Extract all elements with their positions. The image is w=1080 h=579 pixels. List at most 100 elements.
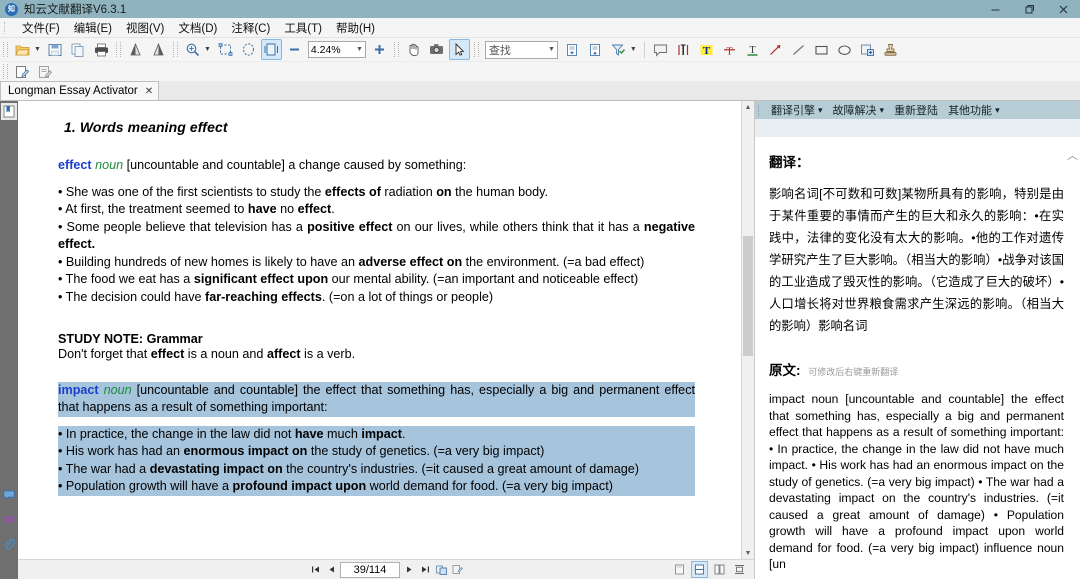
find-caret-icon[interactable]: ▼ bbox=[548, 46, 555, 53]
zoom-dropdown-caret-icon[interactable]: ▼ bbox=[204, 46, 211, 53]
strikeout-icon[interactable]: T bbox=[719, 39, 740, 60]
two-page-icon[interactable] bbox=[711, 561, 728, 578]
menu-help[interactable]: 帮助(H) bbox=[329, 18, 382, 38]
viewer-status-bar: 39/114 bbox=[18, 559, 754, 579]
edit-page-icon[interactable] bbox=[35, 61, 56, 82]
note-next-icon[interactable] bbox=[585, 39, 606, 60]
zoom-level-caret-icon[interactable]: ▼ bbox=[356, 46, 363, 53]
entry-definition-impact: [uncountable and countable] the effect t… bbox=[58, 383, 695, 415]
page-content: 1. Words meaning effect effect noun [unc… bbox=[18, 101, 741, 506]
page-navigation: 39/114 bbox=[308, 562, 464, 578]
zoom-level-input[interactable]: 4.24% ▼ bbox=[308, 41, 366, 58]
view-mode-group bbox=[671, 561, 748, 578]
edit-doc-icon[interactable] bbox=[12, 61, 33, 82]
svg-text:T: T bbox=[726, 45, 733, 57]
entry-impact-examples[interactable]: • In practice, the change in the law did… bbox=[58, 426, 695, 496]
translate-engine-menu[interactable]: 翻译引擎 ▾ bbox=[766, 100, 828, 120]
menu-view[interactable]: 视图(V) bbox=[119, 18, 171, 38]
camera-icon[interactable] bbox=[426, 39, 447, 60]
example-item: • Building hundreds of new homes is like… bbox=[58, 254, 695, 272]
ellipse-icon[interactable] bbox=[834, 39, 855, 60]
tab-close-icon[interactable]: ✕ bbox=[145, 86, 153, 97]
entry-headword-impact: impact bbox=[58, 383, 99, 397]
entry-pos-effect: noun bbox=[95, 158, 123, 172]
filter-caret-icon[interactable]: ▼ bbox=[630, 46, 637, 53]
first-page-button[interactable] bbox=[308, 563, 322, 577]
zoom-in-icon[interactable] bbox=[369, 39, 390, 60]
open-dropdown-caret-icon[interactable]: ▼ bbox=[34, 46, 41, 53]
next-page-button[interactable] bbox=[402, 563, 416, 577]
sticky-note-icon[interactable] bbox=[650, 39, 671, 60]
scrollbar-thumb[interactable] bbox=[743, 236, 753, 356]
example-item: • Some people believe that television ha… bbox=[58, 219, 695, 254]
single-page-icon[interactable] bbox=[671, 561, 688, 578]
hand-tool-icon[interactable] bbox=[403, 39, 424, 60]
snapshot-region-icon[interactable] bbox=[238, 39, 259, 60]
page-settings-icon[interactable] bbox=[450, 563, 464, 577]
fit-page-icon[interactable] bbox=[261, 39, 282, 60]
source-text[interactable]: impact noun [uncountable and countable] … bbox=[769, 391, 1064, 573]
section-gap bbox=[58, 368, 695, 382]
rotate-right-icon[interactable] bbox=[148, 39, 169, 60]
two-page-continuous-icon[interactable] bbox=[731, 561, 748, 578]
scroll-down-arrow-icon[interactable]: ▼ bbox=[742, 547, 754, 559]
link-icon[interactable] bbox=[1, 511, 17, 528]
continuous-page-icon[interactable] bbox=[691, 561, 708, 578]
entry-impact-definition[interactable]: impact noun [uncountable and countable] … bbox=[58, 382, 695, 417]
other-features-menu[interactable]: 其他功能 ▾ bbox=[943, 100, 1005, 120]
arrow-icon[interactable] bbox=[765, 39, 786, 60]
scroll-up-arrow-icon[interactable]: ▲ bbox=[742, 101, 754, 113]
toolbar2-grip bbox=[3, 64, 8, 79]
select-area-icon[interactable] bbox=[215, 39, 236, 60]
zoom-tool-icon[interactable] bbox=[182, 39, 203, 60]
menu-comment[interactable]: 注释(C) bbox=[224, 18, 277, 38]
prev-page-button[interactable] bbox=[324, 563, 338, 577]
tab-longman-essay-activator[interactable]: Longman Essay Activator ✕ bbox=[0, 81, 159, 100]
tab-label: Longman Essay Activator bbox=[8, 85, 138, 97]
relogin-menu[interactable]: 重新登陆 bbox=[889, 100, 943, 120]
example-item: • Population growth will have a profound… bbox=[58, 478, 695, 496]
page-vertical-scrollbar[interactable]: ▲ ▼ bbox=[741, 101, 754, 559]
page-layout-icon[interactable] bbox=[434, 563, 448, 577]
filter-icon[interactable] bbox=[608, 39, 629, 60]
rectangle-icon[interactable] bbox=[811, 39, 832, 60]
source-title-label: 原文: bbox=[769, 363, 801, 378]
toolbar-grip-4 bbox=[394, 42, 399, 57]
stamp-attach-icon[interactable] bbox=[857, 39, 878, 60]
last-page-button[interactable] bbox=[418, 563, 432, 577]
menu-edit[interactable]: 编辑(E) bbox=[67, 18, 119, 38]
rotate-left-icon[interactable] bbox=[125, 39, 146, 60]
note-prev-icon[interactable] bbox=[562, 39, 583, 60]
attachment-icon[interactable] bbox=[1, 535, 17, 552]
toolbar-separator-1 bbox=[644, 42, 645, 58]
find-input[interactable]: 查找 ▼ bbox=[485, 41, 558, 59]
open-folder-icon[interactable] bbox=[12, 39, 33, 60]
example-item: • In practice, the change in the law did… bbox=[58, 426, 695, 444]
pdf-page[interactable]: 1. Words meaning effect effect noun [unc… bbox=[18, 101, 741, 559]
stamp-icon[interactable] bbox=[880, 39, 901, 60]
underline-icon[interactable]: T bbox=[742, 39, 763, 60]
menu-tools[interactable]: 工具(T) bbox=[277, 18, 329, 38]
zoom-out-icon[interactable] bbox=[284, 39, 305, 60]
troubleshoot-label: 故障解决 bbox=[833, 102, 877, 118]
translate-scroll-up-icon[interactable]: ︿ bbox=[1067, 147, 1078, 163]
page-indicator[interactable]: 39/114 bbox=[340, 562, 400, 578]
bookmark-icon[interactable] bbox=[1, 103, 17, 120]
other-features-caret-icon: ▾ bbox=[995, 105, 1000, 116]
highlight-icon[interactable]: T bbox=[696, 39, 717, 60]
maximize-button[interactable] bbox=[1012, 0, 1046, 18]
menu-grip bbox=[4, 22, 13, 34]
close-button[interactable] bbox=[1046, 0, 1080, 18]
save-icon[interactable] bbox=[45, 39, 66, 60]
troubleshoot-menu[interactable]: 故障解决 ▾ bbox=[828, 100, 890, 120]
text-select-icon[interactable] bbox=[449, 39, 470, 60]
menu-file[interactable]: 文件(F) bbox=[15, 18, 67, 38]
copy-icon[interactable] bbox=[68, 39, 89, 60]
example-item: • The decision could have far-reaching e… bbox=[58, 289, 695, 307]
minimize-button[interactable] bbox=[978, 0, 1012, 18]
comment-icon[interactable] bbox=[1, 487, 17, 504]
menu-document[interactable]: 文档(D) bbox=[171, 18, 224, 38]
print-icon[interactable] bbox=[91, 39, 112, 60]
text-insert-icon[interactable] bbox=[673, 39, 694, 60]
line-icon[interactable] bbox=[788, 39, 809, 60]
